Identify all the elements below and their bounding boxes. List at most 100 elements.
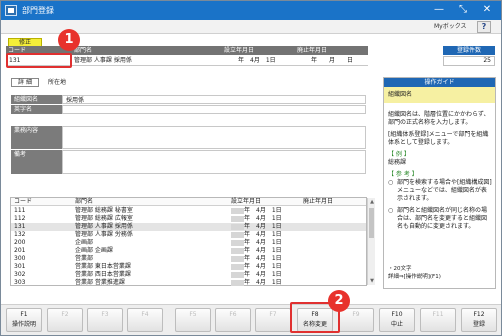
department-name-field[interactable]: 管理部 人事課 採用係 (74, 55, 132, 66)
row-code: 300 (14, 255, 26, 262)
row-name: 管理部 人事課 労務係 (75, 231, 133, 238)
business-content-input[interactable] (62, 126, 366, 149)
fkey-key: F12 (473, 311, 485, 318)
guide-body: 組織図名は、階層位置にかかわらず、部門の正式名称を入力します。 [組織体系登録]… (388, 111, 492, 235)
row-name: 企画部 (75, 239, 94, 246)
close-button[interactable]: ✕ (477, 3, 497, 17)
table-row[interactable]: 112 管理部 総務課 広報室 年 4月 1日 (11, 215, 366, 223)
guide-footer: ・20文字 詳細⇒[操作説明](F1) (388, 265, 492, 281)
row-year-shade (231, 280, 244, 286)
mybox-link[interactable]: Myボックス (430, 21, 471, 33)
fkey-key: F11 (432, 311, 444, 318)
row-name: 営業部 (75, 255, 94, 262)
remarks-input[interactable] (62, 150, 366, 174)
list-col-established[interactable]: 設立年月日 (231, 198, 261, 206)
fkey-f1-button[interactable]: F1 操作説明 (6, 308, 42, 332)
row-code: 303 (14, 279, 26, 286)
fkey-f11-button[interactable]: F11 (420, 308, 456, 332)
fkey-key: F7 (269, 311, 277, 318)
window-title: 部門登録 (22, 6, 54, 15)
row-year-shade (231, 208, 244, 214)
registered-count-label: 登録件数 (443, 46, 495, 55)
callout-badge-2: 2 (328, 290, 350, 312)
guide-example-value: 総務課 (388, 159, 407, 166)
established-date-field[interactable]: 年 4月 1日 (238, 55, 276, 66)
guide-footer-limit: ・20文字 (388, 266, 412, 272)
field-business-content: 業務内容 (11, 126, 366, 149)
function-key-bar: F1 操作説明 F2 F3 F4 F5 F6 F7 F8 名称変更 F9 F10 中止 F11 F12 登録 (1, 304, 501, 335)
table-row[interactable]: 301 営業部 東日本営業課 年 4月 1日 (11, 263, 366, 271)
table-row[interactable]: 131 管理部 人事課 採用係 年 4月 1日 (11, 223, 366, 231)
operation-guide-panel: 操作ガイド 組織図名 組織図名は、階層位置にかかわらず、部門の正式名称を入力しま… (383, 77, 496, 289)
header-table: コード 部門名 設立年月日 廃止年月日 131 管理部 人事課 採用係 年 4月… (6, 46, 368, 68)
row-year-shade (231, 272, 244, 278)
field-remarks: 備考 (11, 150, 366, 174)
org-chart-name-input[interactable]: 採用係 (62, 95, 366, 104)
scroll-thumb[interactable] (369, 208, 374, 238)
table-row[interactable]: 132 管理部 人事課 労務係 年 4月 1日 (11, 231, 366, 239)
row-established: 年 4月 1日 (244, 215, 282, 222)
guide-paragraph: [組織体系登録]メニューで部門を組織体系として登録します。 (388, 131, 489, 146)
row-name: 営業部 東日本営業課 (75, 263, 131, 270)
field-english-name: 英字名 (11, 105, 366, 114)
tab-detail[interactable]: 詳 細 (11, 78, 39, 87)
fkey-f3-button[interactable]: F3 (87, 308, 123, 332)
fkey-key: F3 (101, 311, 109, 318)
guide-example-label: 【 例 】 (388, 151, 410, 158)
field-label: 備考 (11, 150, 62, 174)
fkey-f4-button[interactable]: F4 (127, 308, 163, 332)
table-row[interactable]: 302 営業部 西日本営業課 年 4月 1日 (11, 271, 366, 279)
row-name: 管理部 人事課 採用係 (75, 223, 133, 230)
code-highlight-outline (6, 53, 72, 68)
list-scrollbar[interactable]: ▲ ▼ (367, 198, 375, 285)
list-col-name[interactable]: 部門名 (75, 198, 93, 206)
row-name: 営業部 西日本営業課 (75, 271, 131, 278)
row-code: 111 (14, 207, 26, 214)
table-row[interactable]: 200 企画部 年 4月 1日 (11, 239, 366, 247)
fkey-f2-button[interactable]: F2 (47, 308, 83, 332)
row-year-shade (231, 264, 244, 270)
fkey-f12-button[interactable]: F12 登録 (461, 308, 497, 332)
row-code: 301 (14, 263, 26, 270)
english-name-input[interactable] (62, 105, 366, 114)
fkey-key: F9 (352, 311, 360, 318)
scroll-up-icon[interactable]: ▲ (368, 198, 376, 206)
fkey-key: F10 (391, 311, 403, 318)
fkey-f7-button[interactable]: F7 (255, 308, 291, 332)
fkey-label: 登録 (472, 321, 485, 328)
row-code: 201 (14, 247, 26, 254)
row-established: 年 4月 1日 (244, 255, 282, 262)
row-established: 年 4月 1日 (244, 231, 282, 238)
fkey-f6-button[interactable]: F6 (215, 308, 251, 332)
fkey-f5-button[interactable]: F5 (175, 308, 211, 332)
row-established: 年 4月 1日 (244, 271, 282, 278)
row-year-shade (231, 224, 244, 230)
abolished-date-field[interactable]: 年 月 日 (311, 55, 353, 66)
table-row[interactable]: 300 営業部 年 4月 1日 (11, 255, 366, 263)
guide-reference-label: 【 参 考 】 (388, 171, 418, 178)
minimize-button[interactable]: — (429, 3, 449, 17)
help-button[interactable]: ? (477, 21, 491, 33)
field-label: 業務内容 (11, 126, 62, 149)
row-established: 年 4月 1日 (244, 207, 282, 214)
maximize-button[interactable]: ⤡ (453, 3, 473, 17)
guide-bullet: 部門名と組織図名が同じ名称の場合は、部門名を変更すると組織図名も自動的に変更され… (388, 207, 492, 231)
fkey-f9-button[interactable]: F9 (338, 308, 374, 332)
fkey-f10-button[interactable]: F10 中止 (379, 308, 415, 332)
table-row[interactable]: 111 管理部 総務課 秘書室 年 4月 1日 (11, 207, 366, 215)
row-year-shade (231, 256, 244, 262)
list-col-code[interactable]: コード (14, 198, 32, 206)
fkey-key: F5 (189, 311, 197, 318)
title-bar[interactable]: 部門登録 — ⤡ ✕ (1, 1, 501, 20)
row-established: 年 4月 1日 (244, 279, 282, 286)
guide-footer-detail[interactable]: 詳細⇒[操作説明](F1) (388, 273, 492, 281)
table-row[interactable]: 303 営業部 営業推進課 年 4月 1日 (11, 279, 366, 287)
table-row[interactable]: 201 企画部 企画課 年 4月 1日 (11, 247, 366, 255)
row-name: 管理部 総務課 秘書室 (75, 207, 133, 214)
scroll-down-icon[interactable]: ▼ (368, 277, 376, 285)
row-code: 132 (14, 231, 26, 238)
row-name: 管理部 総務課 広報室 (75, 215, 133, 222)
list-col-abolished[interactable]: 廃止年月日 (303, 198, 333, 206)
guide-paragraph: 組織図名は、階層位置にかかわらず、部門の正式名称を入力します。 (388, 111, 490, 126)
row-year-shade (231, 248, 244, 254)
